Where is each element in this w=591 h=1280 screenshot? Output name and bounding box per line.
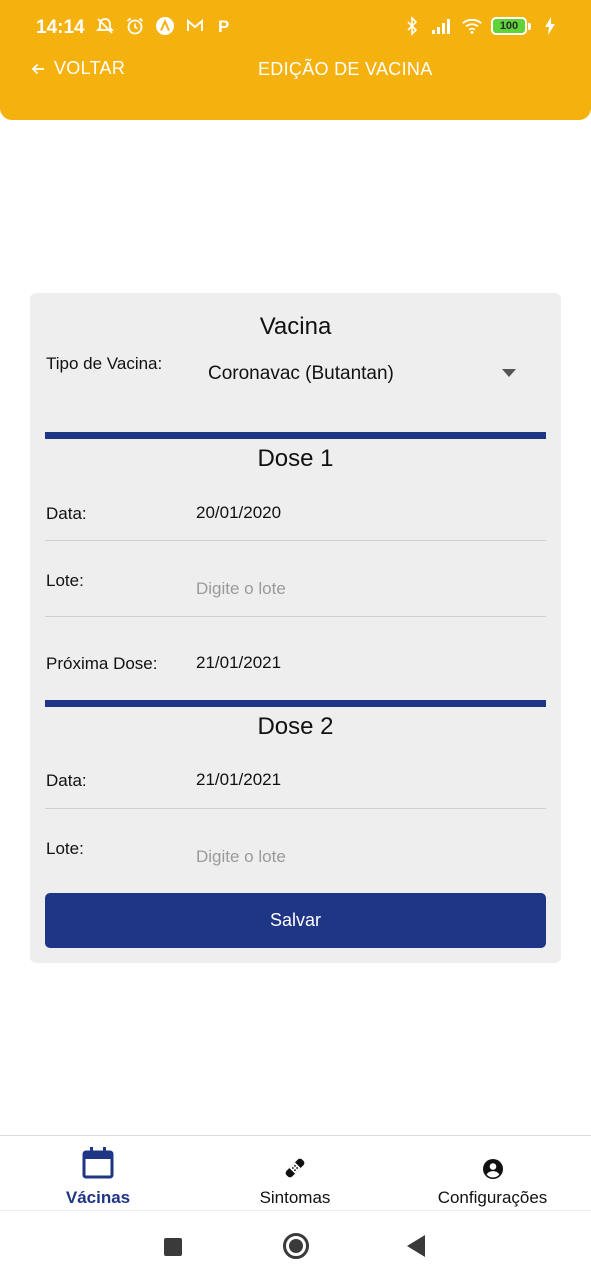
bluetooth-icon xyxy=(401,15,423,37)
dose2-lot-input[interactable]: Digite o lote xyxy=(196,847,286,867)
dose1-lot-input[interactable]: Digite o lote xyxy=(196,579,286,599)
tab-vacinas[interactable]: Vácinas xyxy=(48,1136,148,1211)
dropdown-caret-icon[interactable] xyxy=(502,369,516,377)
dose1-next-dose-label: Próxima Dose: xyxy=(46,654,158,673)
tab-label: Sintomas xyxy=(259,1188,331,1207)
vaccine-type-select[interactable]: Coronavac (Butantan) xyxy=(208,363,394,385)
tab-sintomas[interactable]: Sintomas xyxy=(245,1136,345,1211)
arrow-left-icon xyxy=(31,63,44,74)
recents-button[interactable] xyxy=(164,1238,182,1256)
vaccine-edit-card: Vacina Tipo de Vacina: Coronavac (Butant… xyxy=(30,293,561,963)
app-screen: 14:14 P 100 VOLTAR EDIÇÃO DE VACINA Vaci… xyxy=(0,0,591,1280)
account-circle-icon xyxy=(482,1136,504,1180)
app-header: 14:14 P 100 VOLTAR EDIÇÃO DE VACINA xyxy=(0,0,591,120)
battery-icon: 100 xyxy=(491,17,531,35)
battery-tip xyxy=(528,22,531,30)
home-button[interactable] xyxy=(283,1233,309,1259)
bottom-tab-bar: Vácinas Sintomas Configurações xyxy=(0,1135,591,1210)
field-divider xyxy=(45,616,546,617)
bandage-icon xyxy=(283,1136,307,1180)
dose1-date-label: Data: xyxy=(46,504,87,523)
section-divider xyxy=(45,700,546,707)
vaccine-section-title: Vacina xyxy=(259,313,332,340)
calendar-icon xyxy=(81,1136,115,1180)
back-button[interactable]: VOLTAR xyxy=(30,58,125,79)
dose1-title: Dose 1 xyxy=(257,445,334,472)
dose2-date-field[interactable]: 21/01/2021 xyxy=(196,770,281,790)
alarm-icon xyxy=(124,15,146,37)
charging-icon xyxy=(539,15,561,37)
battery-level: 100 xyxy=(491,17,527,35)
dose2-lot-label: Lote: xyxy=(46,839,84,858)
signal-icon xyxy=(431,15,453,37)
dose2-title: Dose 2 xyxy=(257,713,334,740)
status-time: 14:14 xyxy=(36,17,85,38)
wifi-icon xyxy=(461,15,483,37)
tab-configuracoes[interactable]: Configurações xyxy=(425,1136,560,1211)
app-a-icon xyxy=(154,15,176,37)
page-title: EDIÇÃO DE VACINA xyxy=(258,59,433,79)
system-back-button[interactable] xyxy=(407,1235,425,1257)
tab-label: Vácinas xyxy=(65,1188,131,1207)
system-nav-bar xyxy=(0,1210,591,1280)
svg-text:P: P xyxy=(218,17,229,36)
section-divider xyxy=(45,432,546,439)
notification-off-icon xyxy=(94,15,116,37)
field-divider xyxy=(45,808,546,809)
back-label: VOLTAR xyxy=(54,58,126,78)
status-bar: 14:14 P 100 xyxy=(0,0,591,54)
dose2-date-label: Data: xyxy=(46,771,87,790)
dose1-lot-label: Lote: xyxy=(46,571,84,590)
field-divider xyxy=(45,540,546,541)
save-button[interactable]: Salvar xyxy=(45,893,546,948)
status-right-icons: 100 xyxy=(401,15,561,37)
status-left-icons: P xyxy=(94,15,236,37)
tab-label: Configurações xyxy=(437,1188,548,1207)
dose1-date-field[interactable]: 20/01/2020 xyxy=(196,503,281,523)
gmail-icon xyxy=(184,15,206,37)
dose1-next-dose-field[interactable]: 21/01/2021 xyxy=(196,653,281,673)
app-p-icon: P xyxy=(214,15,236,37)
vaccine-type-label: Tipo de Vacina: xyxy=(46,354,163,373)
